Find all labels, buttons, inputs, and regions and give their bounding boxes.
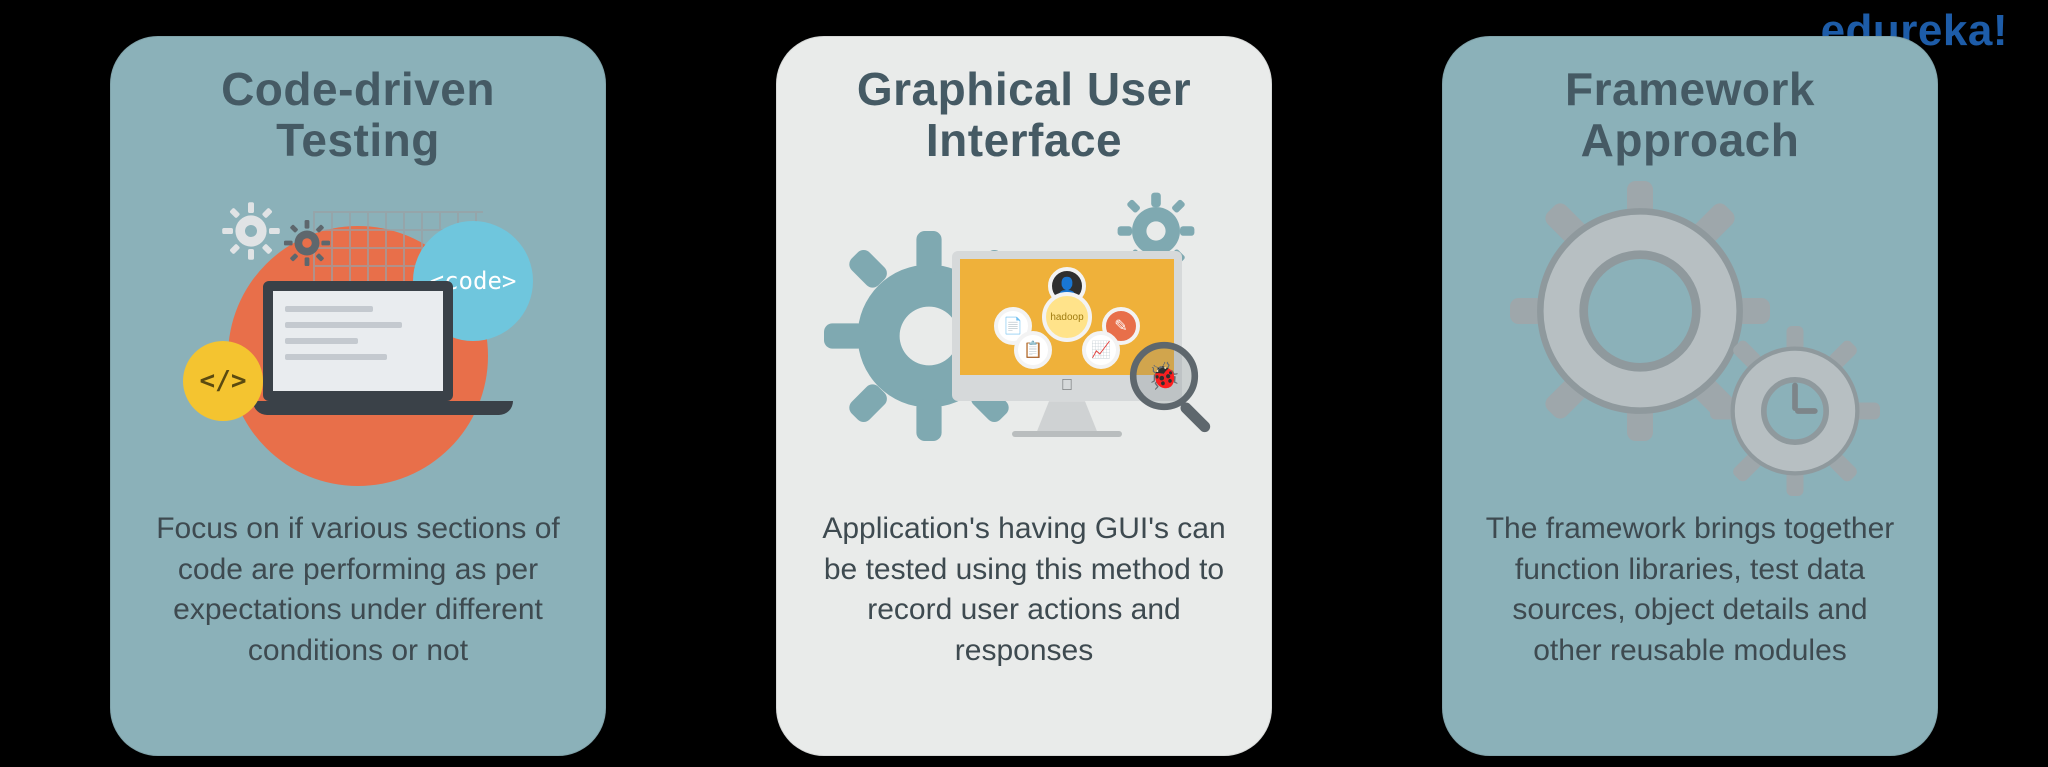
illustration-gears [1476,191,1904,491]
illustration-coding-laptop: <code> </> [144,191,572,491]
card-code-driven-testing: Code-driven Testing [110,36,606,756]
card-title: Code-driven Testing [144,64,572,165]
card-framework-approach: Framework Approach [1442,36,1938,756]
diagram-canvas: edureka! Code-driven Testing [0,0,2048,767]
laptop-icon [253,281,463,441]
illustration-gui-monitor: 👤 📄 ✎ 📋 📈 hadoop  [810,191,1238,491]
card-description: The framework brings together function l… [1476,509,1904,671]
gear-icon [221,201,281,261]
hub-center-icon: hadoop [1042,292,1092,342]
card-description: Focus on if various sections of code are… [144,509,572,671]
card-title: Graphical User Interface [810,64,1238,165]
card-title: Framework Approach [1476,64,1904,165]
chart-icon: 📈 [1082,331,1120,369]
apple-logo-icon:  [1061,377,1073,395]
magnifying-glass-icon: 🐞 [1120,332,1230,447]
html-tag-badge-icon: </> [183,341,263,421]
gear-icon [283,219,331,267]
small-gear-icon [1710,326,1880,501]
clipboard-icon: 📋 [1014,331,1052,369]
card-row: Code-driven Testing [110,36,1938,756]
card-description: Application's having GUI's can be tested… [810,509,1238,671]
card-graphical-user-interface: Graphical User Interface [776,36,1272,756]
svg-text:🐞: 🐞 [1148,361,1181,391]
